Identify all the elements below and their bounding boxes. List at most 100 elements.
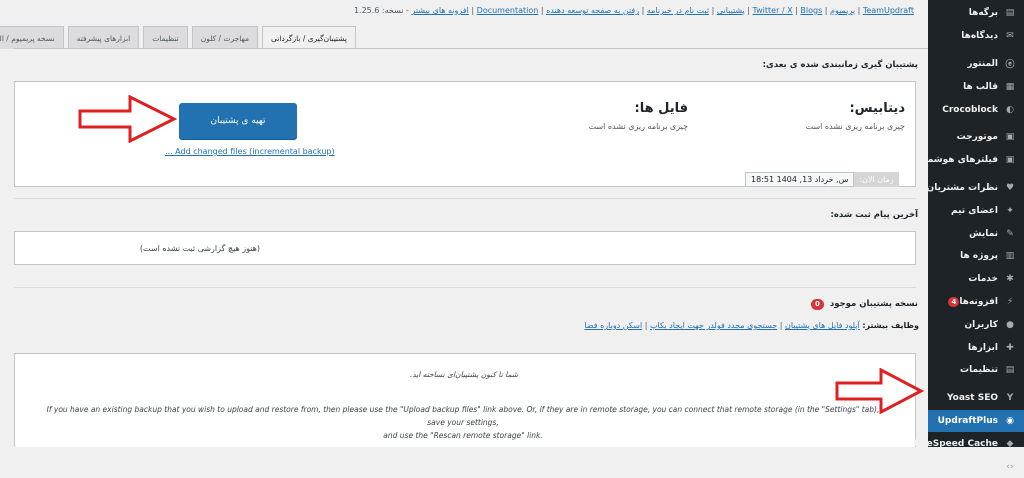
link-more-plugins[interactable]: افزونه های بیشتر [411,6,468,15]
last-log-message: (هنوز هیچ گزارشی ثبت نشده است) [139,244,260,253]
sidebar-item-elementor[interactable]: ⓔ المنتور [928,53,1024,76]
sidebar-item-comments[interactable]: ✉ دیدگاه‌ها [928,25,1024,48]
sidebar-item-tools[interactable]: ✚ ابزارها [928,336,1024,359]
sidebar-item-templates[interactable]: ▦ قالب ها [928,75,1024,98]
divider [14,198,916,199]
sidebar-item-label: Enlighter [951,461,998,472]
link-twitter[interactable]: Twitter / X [753,6,793,15]
link-newsletter[interactable]: ثبت نام در خبرنامه [647,6,709,15]
settings-icon: ▤ [1005,365,1015,376]
sidebar-item-crocoblock[interactable]: ◐ Crocoblock [928,98,1024,121]
link-premium[interactable]: پریمیوم [830,6,855,15]
enlighter-icon: ‹› [1006,461,1014,472]
sidebar-item-plugins[interactable]: ⚡ افزونه‌ها 4 [928,291,1024,314]
no-backups-message: شما تا کنون پشتیبان‌ای نساخته اید. [409,370,519,379]
existing-backups-heading: نسخه پشتیبان موجود 0 [811,299,918,310]
arrow-annotation-icon [835,368,925,414]
sidebar-item-label: فیلترهای هوشمند [918,155,998,166]
sidebar-item-testimonials[interactable]: ♥ نظرات مشتریان [926,177,1024,200]
arrow-annotation-icon [78,95,178,143]
tab-migrate-clone[interactable]: مهاجرت / کلون [191,26,259,49]
link-blogs[interactable]: Blogs [800,6,822,15]
rescan-local-folder-link[interactable]: جستجوی مجدد فولدر جهت ایجاد بکاپ [650,321,777,330]
existing-backups-title: نسخه پشتیبان موجود [829,299,918,309]
user-icon: ● [1006,319,1014,330]
current-time-label: زمان الان: [854,172,899,187]
litespeed-icon: ◆ [1006,438,1014,449]
nav-tabs: پشتیبان‌گیری / بازگردانی مهاجرت / کلون ت… [0,26,356,49]
sidebar-item-appearance[interactable]: ✎ نمایش [928,222,1024,245]
schedule-heading: پشتیبان گیری زمانبندی شده ی بعدی: [762,60,918,70]
sidebar-item-label: تنظیمات [960,365,998,376]
sidebar-item-label: نمایش [969,228,998,239]
current-time: زمان الان: س, خرداد 13, 1404 18:51 [745,172,899,187]
sidebar-item-label: LiteSpeed Cache [913,438,998,449]
yoast-icon: Y [1006,393,1014,404]
portfolio-icon: ▥ [1005,251,1015,262]
sidebar-item-label: Yoast SEO [946,393,998,404]
sidebar-item-smart-filters[interactable]: ▣ فیلترهای هوشمند [919,149,1024,172]
templates-icon: ▦ [1005,81,1015,92]
sidebar-item-label: ابزارها [968,342,998,353]
database-status: چیزی برنامه ریزی نشده است [805,122,905,131]
divider [14,287,916,288]
sidebar-item-label: نظرات مشتریان [926,182,998,193]
more-tasks: وظایف بیشتر: آپلود فایل های پشتیبان | جس… [584,321,919,330]
wrench-icon: ✚ [1006,342,1014,353]
link-documentation[interactable]: Documentation [477,6,539,15]
upload-backup-files-link[interactable]: آپلود فایل های پشتیبان [785,321,860,330]
sidebar-item-projects[interactable]: ▥ پروژه ها [928,245,1024,268]
sidebar-item-services[interactable]: ✱ خدمات [928,268,1024,291]
sidebar-item-label: قالب ها [963,81,998,92]
last-log-heading: آخرین پیام ثبت شده: [830,210,918,220]
tab-advanced-tools[interactable]: ابزارهای پیشرفته [67,26,140,49]
sidebar-item-team[interactable]: ✦ اعضای تیم [928,199,1024,222]
link-developer[interactable]: رفتن به صفحه توسعه دهنده [546,6,639,15]
sidebar-item-yoast[interactable]: Y Yoast SEO [928,387,1024,410]
sidebar-item-label: اعضای تیم [951,205,998,216]
tab-premium-addons[interactable]: نسخه پریمیوم / الزونی‌ها [0,26,64,49]
sidebar-item-label: المنتور [967,58,998,69]
sidebar-item-settings[interactable]: ▤ تنظیمات [928,359,1024,382]
tab-settings[interactable]: تنظیمات [143,26,188,49]
updraft-icon: ◉ [1006,415,1014,426]
elementor-icon: ⓔ [1005,60,1015,71]
tab-backup-restore[interactable]: پشتیبان‌گیری / بازگردانی [262,26,356,49]
incremental-backup-link[interactable]: ... Add changed files (incremental backu… [165,147,335,156]
brush-icon: ✎ [1006,228,1014,239]
rescan-remote-storage-link[interactable]: اسکن دوباره فضا [584,321,642,330]
plugin-updates-badge: 4 [948,296,960,307]
link-teamupdraft[interactable]: TeamUpdraft [863,6,914,15]
sidebar-item-jetengine[interactable]: ▣ موتورجت [928,126,1024,149]
restore-help-text: If you have an existing backup that you … [38,403,888,442]
sidebar-item-pages[interactable]: ▤ برگه‌ها [928,2,1024,25]
crocoblock-icon: ◐ [1006,104,1014,115]
jet-engine-icon: ▣ [1005,132,1015,143]
sidebar-item-label: دیدگاه‌ها [961,31,998,42]
gear-icon: ✱ [1006,274,1014,285]
plugin-version: - نسخه: 1.25.6 [353,6,409,15]
plugin-icon: ⚡ [1006,296,1014,307]
jet-filter-icon: ▣ [1005,155,1015,166]
tab-divider [14,48,928,49]
link-support[interactable]: پشتیبانی [717,6,745,15]
page-icon: ▤ [1005,8,1015,19]
restore-help-line: If you have an existing backup that you … [46,405,880,427]
pin-icon: ✦ [1006,205,1014,216]
files-status: چیزی برنامه ریزی نشده است [588,122,688,131]
sidebar-item-litespeed[interactable]: ◆ LiteSpeed Cache [914,432,1024,455]
plugin-links-bar: TeamUpdraft | پریمیوم | Twitter / X | Bl… [353,6,914,15]
sidebar-item-label: Crocoblock [942,104,998,115]
more-tasks-label: وظایف بیشتر: [862,321,919,330]
sidebar-item-enlighter[interactable]: ‹› Enlighter [928,455,1024,478]
backup-now-button[interactable]: تهیه ی پشتیبان [179,103,297,139]
sidebar-item-users[interactable]: ● کاربران [928,313,1024,336]
restore-help-line: and use the "Rescan remote storage" link… [383,431,543,440]
current-time-value: س, خرداد 13, 1404 18:51 [745,172,855,187]
heart-icon: ♥ [1005,182,1015,193]
main-content: TeamUpdraft | پریمیوم | Twitter / X | Bl… [0,0,928,447]
sidebar-item-label: افزونه‌ها [959,296,998,307]
sidebar-item-label: UpdraftPlus [937,415,998,426]
sidebar-item-updraftplus[interactable]: ◉ UpdraftPlus [922,409,1024,433]
sidebar-item-label: پروژه ها [960,251,998,262]
